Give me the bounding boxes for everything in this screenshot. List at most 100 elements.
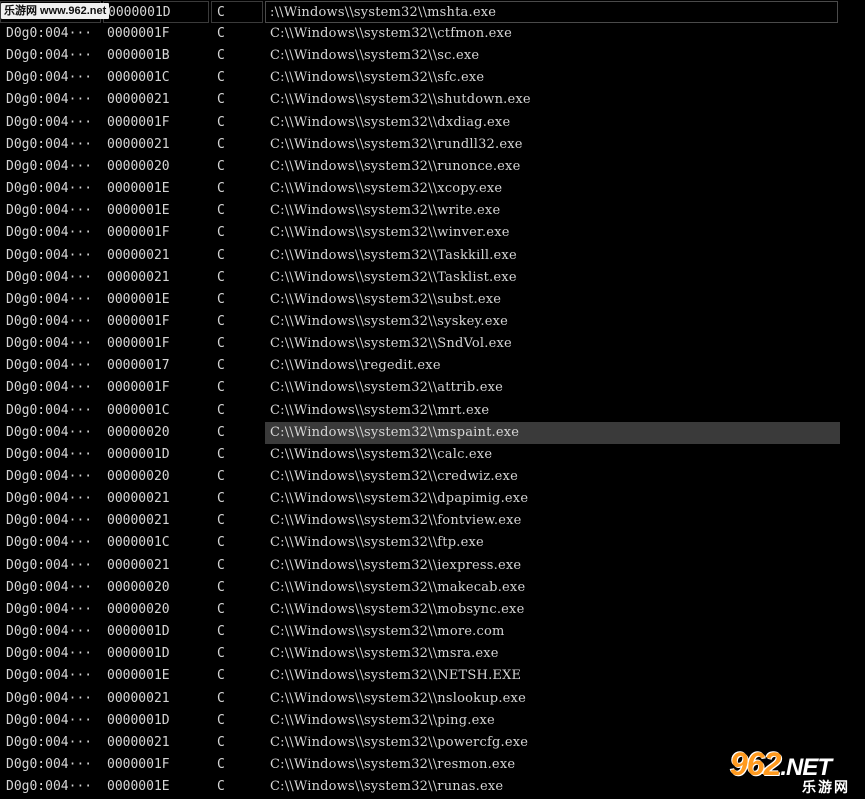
table-row[interactable]: D0g0:004··· 00000021 C C:\\Windows\\system3… — [0, 688, 865, 710]
table-row[interactable]: D0g0:004··· 00000020 C C:\\Windows\\system3… — [0, 466, 865, 488]
address-cell: D0g0:004··· — [6, 158, 93, 174]
table-row[interactable]: D0g0:004··· 0000001D C C:\\Windows\\system3… — [0, 621, 865, 643]
table-row[interactable]: D0g0:004··· 0000001F C C:\\Windows\\system3… — [0, 333, 865, 355]
table-row[interactable]: D0g0:004··· 00000021 C C:\\Windows\\system3… — [0, 245, 865, 267]
table-row[interactable]: D0g0:004··· 00000021 C C:\\Windows\\system3… — [0, 510, 865, 532]
type-cell: C — [217, 491, 225, 507]
table-row[interactable]: D0g0:004··· 00000020 C C:\\Windows\\system3… — [0, 421, 865, 444]
table-row[interactable]: D0g0:004··· 00000021 C C:\\Windows\\system3… — [0, 488, 865, 510]
type-cell: C — [217, 269, 225, 285]
type-cell: C — [217, 136, 225, 152]
table-row[interactable]: D0g0:004··· 00000021 C C:\\Windows\\system3… — [0, 89, 865, 111]
type-cell: C — [217, 779, 225, 795]
type-cell: C — [217, 513, 225, 529]
length-cell: 0000001C — [107, 70, 170, 86]
type-cell: C — [217, 225, 225, 241]
table-row[interactable]: D0g0:004··· 0000001E C C:\\Windows\\system3… — [0, 178, 865, 200]
address-cell: D0g0:004··· — [6, 646, 93, 662]
table-row[interactable]: D0g0:004··· 0000001C C C:\\Windows\\system3… — [0, 532, 865, 554]
length-cell: 0000001D — [107, 646, 170, 662]
table-row[interactable]: D0g0:004··· 00000021 C C:\\Windows\\system3… — [0, 555, 865, 577]
address-cell: D0g0:004··· — [6, 48, 93, 64]
type-cell: C — [217, 92, 225, 108]
table-row[interactable]: D0g0:004··· 0000001F C C:\\Windows\\system3… — [0, 112, 865, 134]
length-cell: 00000021 — [107, 247, 170, 263]
type-cell: C — [217, 336, 225, 352]
address-cell: D0g0:004··· — [6, 491, 93, 507]
length-cell: 00000020 — [107, 469, 170, 484]
type-cell: C — [217, 181, 225, 197]
address-cell: D0g0:004··· — [6, 668, 93, 684]
header-type-cell[interactable]: C — [211, 1, 263, 23]
type-cell: C — [217, 469, 225, 484]
type-cell: C — [217, 601, 225, 617]
address-cell: D0g0:004··· — [6, 712, 93, 728]
address-cell: D0g0:004··· — [6, 291, 93, 307]
string-cell: C:\\Windows\\system32\\NETSH.EXE — [270, 668, 522, 684]
table-row[interactable]: D0g0:004··· 00000021 C C:\\Windows\\system3… — [0, 267, 865, 289]
string-cell: C:\\Windows\\system32\\mspaint.exe — [265, 421, 840, 444]
address-cell: D0g0:004··· — [6, 225, 93, 241]
table-row[interactable]: D0g0:004··· 0000001D C C:\\Windows\\system3… — [0, 444, 865, 466]
table-row[interactable]: D0g0:004··· 00000020 C C:\\Windows\\system3… — [0, 577, 865, 599]
top-watermark: 乐游网 www.962.net — [1, 3, 110, 19]
length-cell: 0000001F — [107, 313, 170, 329]
header-string-cell[interactable]: :\\Windows\\system32\\mshta.exe — [265, 1, 838, 23]
table-row[interactable]: D0g0:004··· 0000001C C C:\\Windows\\system3… — [0, 67, 865, 89]
length-cell: 0000001E — [107, 779, 170, 795]
table-row[interactable]: D0g0:004··· 0000001D C C:\\Windows\\system3… — [0, 710, 865, 732]
address-cell: D0g0:004··· — [6, 690, 93, 706]
string-cell: C:\\Windows\\system32\\attrib.exe — [270, 380, 504, 396]
address-cell: D0g0:004··· — [6, 203, 93, 219]
table-row[interactable]: D0g0:004··· 0000001F C C:\\Windows\\system3… — [0, 377, 865, 399]
header-row[interactable]: 0000001D C :\\Windows\\system32\\mshta.e… — [0, 1, 865, 23]
address-cell: D0g0:004··· — [6, 136, 93, 152]
table-row[interactable]: D0g0:004··· 0000001B C C:\\Windows\\system3… — [0, 45, 865, 67]
table-row[interactable]: D0g0:004··· 00000020 C C:\\Windows\\system3… — [0, 599, 865, 621]
address-cell: D0g0:004··· — [6, 26, 93, 41]
table-row[interactable]: D0g0:004··· 00000017 C C:\\Windows\\regedit… — [0, 355, 865, 377]
type-cell: C — [217, 712, 225, 728]
string-cell: C:\\Windows\\system32\\mobsync.exe — [270, 601, 525, 617]
type-cell: C — [217, 402, 225, 418]
length-cell: 0000001F — [107, 114, 170, 130]
address-cell: D0g0:004··· — [6, 424, 93, 440]
length-cell: 0000001F — [107, 26, 170, 41]
type-cell: C — [217, 557, 225, 573]
table-row[interactable]: D0g0:004··· 0000001E C C:\\Windows\\system3… — [0, 289, 865, 311]
type-cell: C — [217, 756, 225, 772]
string-cell: C:\\Windows\\system32\\ctfmon.exe — [270, 26, 512, 41]
address-cell: D0g0:004··· — [6, 779, 93, 795]
logo-number: 962 — [730, 746, 781, 782]
length-cell: 00000021 — [107, 734, 170, 750]
address-cell: D0g0:004··· — [6, 446, 93, 462]
string-cell: C:\\Windows\\system32\\xcopy.exe — [270, 181, 503, 197]
table-row[interactable]: D0g0:004··· 0000001E C C:\\Windows\\system3… — [0, 200, 865, 222]
table-row[interactable]: D0g0:004··· 00000021 C C:\\Windows\\system3… — [0, 134, 865, 156]
string-cell: C:\\Windows\\system32\\subst.exe — [270, 291, 502, 307]
logo-subtitle: 乐游网 — [802, 779, 850, 795]
address-cell: D0g0:004··· — [6, 269, 93, 285]
type-cell: C — [217, 291, 225, 307]
table-row[interactable]: D0g0:004··· 0000001E C C:\\Windows\\system3… — [0, 665, 865, 687]
header-length-cell[interactable]: 0000001D — [103, 1, 209, 23]
table-row[interactable]: D0g0:004··· 00000020 C C:\\Windows\\system3… — [0, 156, 865, 178]
string-cell: C:\\Windows\\system32\\shutdown.exe — [270, 92, 531, 108]
length-cell: 00000020 — [107, 579, 170, 595]
address-cell: D0g0:004··· — [6, 579, 93, 595]
table-row[interactable]: D0g0:004··· 0000001F C C:\\Windows\\system3… — [0, 311, 865, 333]
address-cell: D0g0:004··· — [6, 469, 93, 484]
string-cell: C:\\Windows\\system32\\nslookup.exe — [270, 690, 526, 706]
type-cell: C — [217, 70, 225, 86]
string-cell: C:\\Windows\\system32\\write.exe — [270, 203, 501, 219]
type-cell: C — [217, 646, 225, 662]
table-row[interactable]: D0g0:004··· 0000001F C C:\\Windows\\system3… — [0, 23, 865, 45]
string-cell: C:\\Windows\\system32\\calc.exe — [270, 446, 493, 462]
string-cell: C:\\Windows\\system32\\dxdiag.exe — [270, 114, 511, 130]
type-cell: C — [217, 48, 225, 64]
type-cell: C — [217, 424, 225, 440]
table-row[interactable]: D0g0:004··· 0000001C C C:\\Windows\\system3… — [0, 400, 865, 422]
table-row[interactable]: D0g0:004··· 0000001F C C:\\Windows\\system3… — [0, 222, 865, 244]
string-cell: C:\\Windows\\system32\\iexpress.exe — [270, 557, 522, 573]
table-row[interactable]: D0g0:004··· 0000001D C C:\\Windows\\system3… — [0, 643, 865, 665]
